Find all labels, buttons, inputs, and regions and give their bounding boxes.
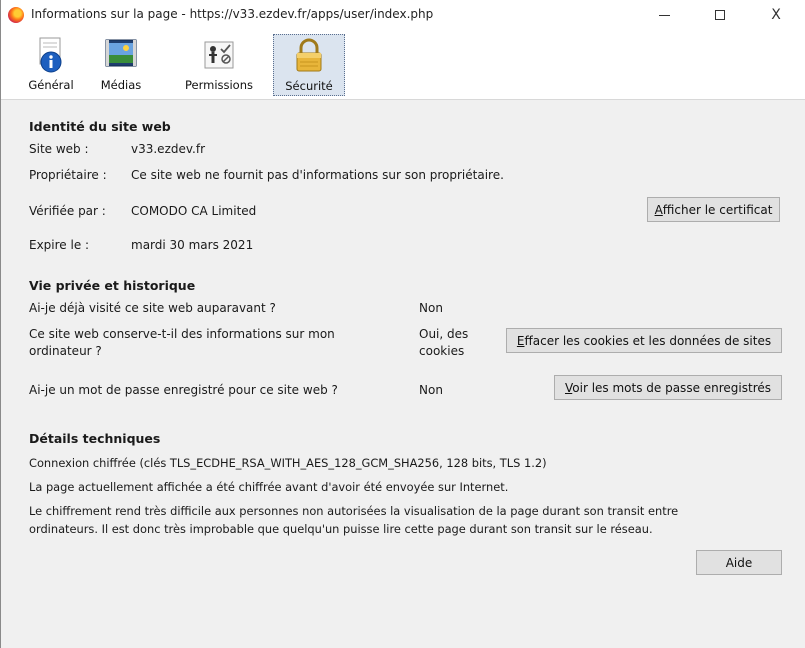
tab-medias[interactable]: Médias	[91, 34, 151, 96]
help-button[interactable]: Aide	[696, 550, 782, 575]
visited-question: Ai-je déjà visité ce site web auparavant…	[29, 301, 276, 315]
clear-cookies-label: Effacer les cookies et les données de si…	[516, 333, 772, 348]
tab-securite-label: Sécurité	[285, 79, 333, 93]
view-passwords-label: Voir les mots de passe enregistrés	[564, 380, 772, 395]
page-info-window: Informations sur la page - https://v33.e…	[0, 0, 805, 648]
view-certificate-button[interactable]: Afficher le certificat	[647, 197, 780, 222]
stored-data-question-line2: ordinateur ?	[29, 344, 102, 358]
site-value: v33.ezdev.fr	[131, 142, 206, 156]
minimize-icon	[658, 14, 670, 16]
maximize-button[interactable]	[697, 0, 743, 30]
privacy-heading: Vie privée et historique	[29, 278, 196, 293]
encryption-explanation-line1: Le chiffrement rend très difficile aux p…	[29, 504, 679, 518]
tab-general[interactable]: Général	[19, 34, 83, 96]
encryption-status: La page actuellement affichée a été chif…	[29, 480, 509, 494]
identity-heading: Identité du site web	[29, 119, 171, 134]
security-panel: Identité du site web Site web : v33.ezde…	[1, 101, 805, 648]
media-icon	[105, 39, 137, 67]
clear-cookies-button[interactable]: Effacer les cookies et les données de si…	[506, 328, 782, 353]
visited-answer: Non	[419, 301, 443, 315]
minimize-button[interactable]	[641, 0, 687, 30]
tab-permissions[interactable]: Permissions	[177, 34, 261, 96]
stored-data-question-line1: Ce site web conserve-t-il des informatio…	[29, 327, 335, 341]
password-question: Ai-je un mot de passe enregistré pour ce…	[29, 383, 338, 397]
view-certificate-label: Afficher le certificat	[654, 202, 773, 217]
tab-permissions-label: Permissions	[184, 78, 254, 92]
site-label: Site web :	[29, 142, 89, 156]
window-title: Informations sur la page - https://v33.e…	[31, 7, 434, 21]
tab-general-label: Général	[28, 78, 74, 92]
padlock-icon	[296, 38, 322, 72]
close-icon: X	[771, 7, 781, 23]
maximize-icon	[715, 10, 725, 20]
password-answer: Non	[419, 383, 443, 397]
tab-medias-label: Médias	[100, 78, 142, 92]
verified-value: COMODO CA Limited	[131, 204, 257, 218]
owner-label: Propriétaire :	[29, 168, 107, 182]
expires-value: mardi 30 mars 2021	[131, 238, 254, 252]
close-button[interactable]: X	[753, 0, 799, 30]
encryption-explanation-line2: ordinateurs. Il est donc très improbable…	[29, 522, 653, 536]
stored-data-answer-line1: Oui, des	[419, 327, 469, 341]
view-passwords-button[interactable]: Voir les mots de passe enregistrés	[554, 375, 782, 400]
info-icon	[39, 37, 62, 73]
help-label: Aide	[725, 555, 753, 570]
permissions-icon	[204, 41, 234, 69]
expires-label: Expire le :	[29, 238, 90, 252]
firefox-icon	[8, 7, 24, 23]
verified-label: Vérifiée par :	[29, 204, 106, 218]
owner-value: Ce site web ne fournit pas d'information…	[131, 168, 504, 182]
tab-securite[interactable]: Sécurité	[273, 34, 345, 96]
technical-heading: Détails techniques	[29, 431, 161, 446]
title-bar: Informations sur la page - https://v33.e…	[1, 0, 805, 30]
stored-data-answer-line2: cookies	[419, 344, 465, 358]
connection-details: Connexion chiffrée (clés TLS_ECDHE_RSA_W…	[29, 456, 547, 470]
tab-toolbar: Général Médias Permissions Sécurité	[1, 30, 805, 100]
